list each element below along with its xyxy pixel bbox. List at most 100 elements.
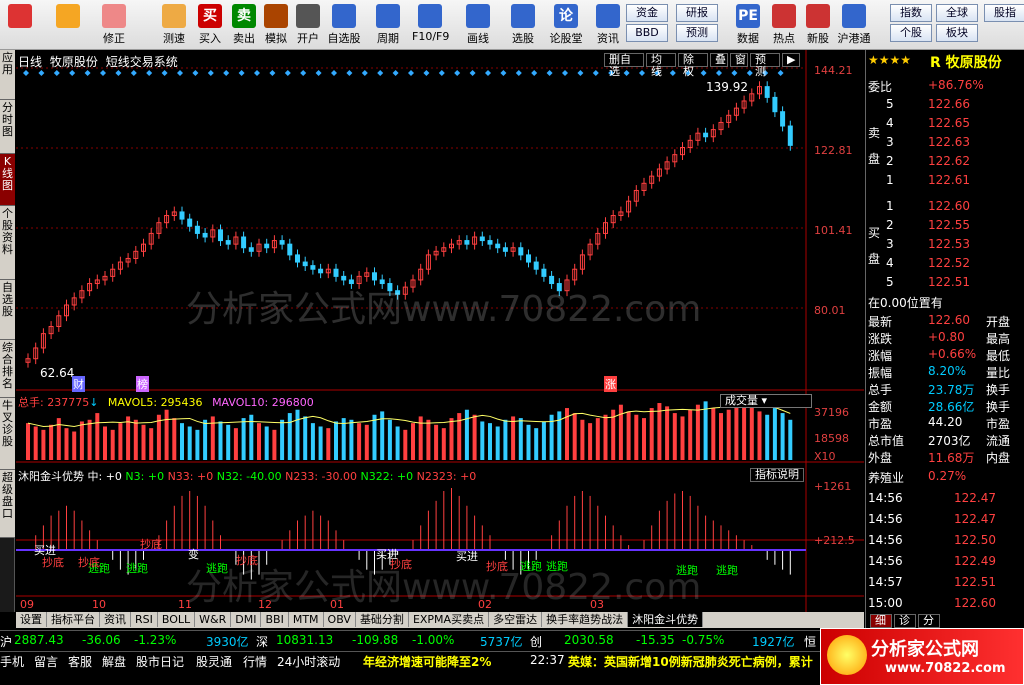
indicator-help-button[interactable]: 指标说明	[750, 468, 804, 482]
site-logo: 分析家公式网 www.70822.com	[820, 628, 1024, 685]
ipo-button[interactable]: 新股	[800, 2, 836, 48]
stock-report-button[interactable]: 股指	[984, 4, 1024, 22]
volume-bar	[334, 421, 338, 460]
indicator-tab-11[interactable]: EXPMA买卖点	[409, 612, 490, 627]
date-tick: 03	[590, 598, 604, 611]
chart-tab-0[interactable]: 删自选	[604, 53, 644, 78]
indicator-tab-14[interactable]: 沐阳金斗优势	[628, 612, 704, 627]
quote-label: 养殖业	[868, 471, 905, 485]
indicator-tab-bar: 设置 指标平台 资讯 RSI BOLL W&R DMI BBI MTM OBV 基础分割 EXPMA买…	[16, 612, 864, 628]
chart-area[interactable]: 日线 牧原股份 短线交易系统 删自选 均线 除权叠窗预测 ▶ 144.21 122.81…	[16, 50, 864, 612]
indicator-value: N3: +0	[121, 470, 165, 483]
watchlist-button[interactable]: 自选股	[326, 2, 362, 48]
indicator-tab-4[interactable]: BOLL	[158, 612, 196, 627]
chart-tab-1[interactable]: 均线	[646, 53, 676, 78]
volume-bar	[672, 413, 677, 460]
quote-tab-1[interactable]: 诊	[894, 614, 916, 628]
ask-price: 122.61	[928, 173, 970, 187]
status-link-1[interactable]: 留言	[34, 653, 58, 670]
f10-button[interactable]: F10/F9	[412, 2, 449, 48]
tick-row: 14:56 122.47	[866, 511, 1024, 530]
chart-tab-3[interactable]: 叠	[710, 53, 728, 67]
mavol5-label: MAVOL5	[107, 396, 154, 409]
left-tab-3[interactable]: 个股资料	[0, 206, 15, 280]
home-icon	[8, 4, 32, 28]
stock-button[interactable]: 个股	[890, 24, 932, 42]
chart-tab-5[interactable]: 预测	[750, 53, 780, 78]
quote-right-label: 换手	[986, 383, 1011, 397]
sector-button[interactable]: 板块	[936, 24, 978, 42]
left-tab-4[interactable]: 自选股	[0, 280, 15, 340]
research-button[interactable]: 研报	[676, 4, 718, 22]
indicator-tab-6[interactable]: DMI	[231, 612, 262, 627]
hot-button[interactable]: 热点	[766, 2, 802, 48]
quote-tab-2[interactable]: 分	[918, 614, 940, 628]
indicator-tab-13[interactable]: 换手率趋势战法	[542, 612, 629, 627]
indicator-tab-0[interactable]: 设置	[16, 612, 47, 627]
forum-button[interactable]: 论论股堂	[548, 2, 584, 48]
high-annotation: 139.92	[706, 80, 748, 94]
index-value: 10831.13	[276, 633, 334, 647]
funds-button[interactable]: 资金	[626, 4, 668, 22]
draw-button[interactable]: 画线	[460, 2, 496, 48]
sh-hk-button[interactable]: 沪港通	[836, 2, 872, 48]
news-button[interactable]: 资讯	[590, 2, 626, 48]
simulate-button[interactable]: 模拟	[258, 2, 294, 48]
data-button[interactable]: PE 数据	[730, 2, 766, 48]
status-link-4[interactable]: 股市日记	[136, 653, 184, 670]
status-link-6[interactable]: 行情	[243, 653, 267, 670]
event-marker[interactable]: 涨	[604, 376, 617, 392]
left-tab-2[interactable]: K线图	[0, 154, 15, 206]
candle-body	[333, 268, 339, 277]
left-tab-7[interactable]: 超级盘口	[0, 470, 15, 538]
open-account-button[interactable]: 开户	[290, 2, 326, 48]
global-button[interactable]: 全球	[936, 4, 978, 22]
back-button[interactable]	[50, 2, 86, 48]
indicator-tab-2[interactable]: 资讯	[100, 612, 131, 627]
indicator-tab-1[interactable]: 指标平台	[47, 612, 100, 627]
candle-body	[372, 272, 377, 281]
index-button[interactable]: 指数	[890, 4, 932, 22]
tick-time: 15:00	[868, 596, 903, 610]
volume-bar	[434, 424, 439, 460]
backtest-button[interactable]: 测速	[156, 2, 192, 48]
left-tab-5[interactable]: 综合排名	[0, 340, 15, 398]
volume-selector[interactable]: 成交量 ▾	[720, 394, 812, 408]
candle-body	[487, 240, 493, 245]
left-tab-0[interactable]: 应用	[0, 50, 15, 100]
event-marker[interactable]: 财	[72, 376, 85, 392]
indicator-tab-10[interactable]: 基础分割	[356, 612, 409, 627]
ask-row: 5 122.66	[866, 96, 1024, 115]
indicator-tab-3[interactable]: RSI	[131, 612, 158, 627]
status-link-0[interactable]: 手机	[0, 653, 24, 670]
sell-button[interactable]: 卖卖出	[226, 2, 262, 48]
home-button[interactable]	[2, 2, 38, 48]
forecast-button[interactable]: 预测	[676, 24, 718, 42]
status-link-2[interactable]: 客服	[68, 653, 92, 670]
volume-selector-label: 成交量	[725, 394, 758, 407]
chart-tab-2[interactable]: 除权	[678, 53, 708, 78]
indicator-tick: +212.5	[814, 534, 855, 547]
buy-button[interactable]: 买买入	[192, 2, 228, 48]
indicator-tab-12[interactable]: 多空雷达	[489, 612, 543, 627]
indicator-tab-5[interactable]: W&R	[195, 612, 232, 627]
select-stock-button[interactable]: 选股	[505, 2, 541, 48]
indicator-tab-8[interactable]: MTM	[289, 612, 324, 627]
quote-tab-0[interactable]: 细	[870, 614, 892, 628]
status-link-7[interactable]: 24小时滚动	[277, 653, 340, 670]
status-link-5[interactable]: 股灵通	[196, 653, 232, 670]
left-tab-1[interactable]: 分时图	[0, 100, 15, 154]
indicator-tab-7[interactable]: BBI	[261, 612, 289, 627]
status-link-3[interactable]: 解盘	[102, 653, 126, 670]
chart-collapse-icon[interactable]: ▶	[782, 53, 800, 67]
period-button[interactable]: 周期	[370, 2, 406, 48]
event-marker[interactable]: 榜	[136, 376, 149, 392]
revise-button[interactable]: 修正	[96, 2, 132, 48]
indicator-value: N2323: +0	[413, 470, 477, 483]
volume-bar	[103, 426, 107, 460]
volume-bar	[518, 418, 523, 460]
chart-tab-4[interactable]: 窗	[730, 53, 748, 67]
indicator-tab-9[interactable]: OBV	[324, 612, 356, 627]
bbd-button[interactable]: BBD	[626, 24, 668, 42]
left-tab-6[interactable]: 牛叉诊股	[0, 398, 15, 470]
